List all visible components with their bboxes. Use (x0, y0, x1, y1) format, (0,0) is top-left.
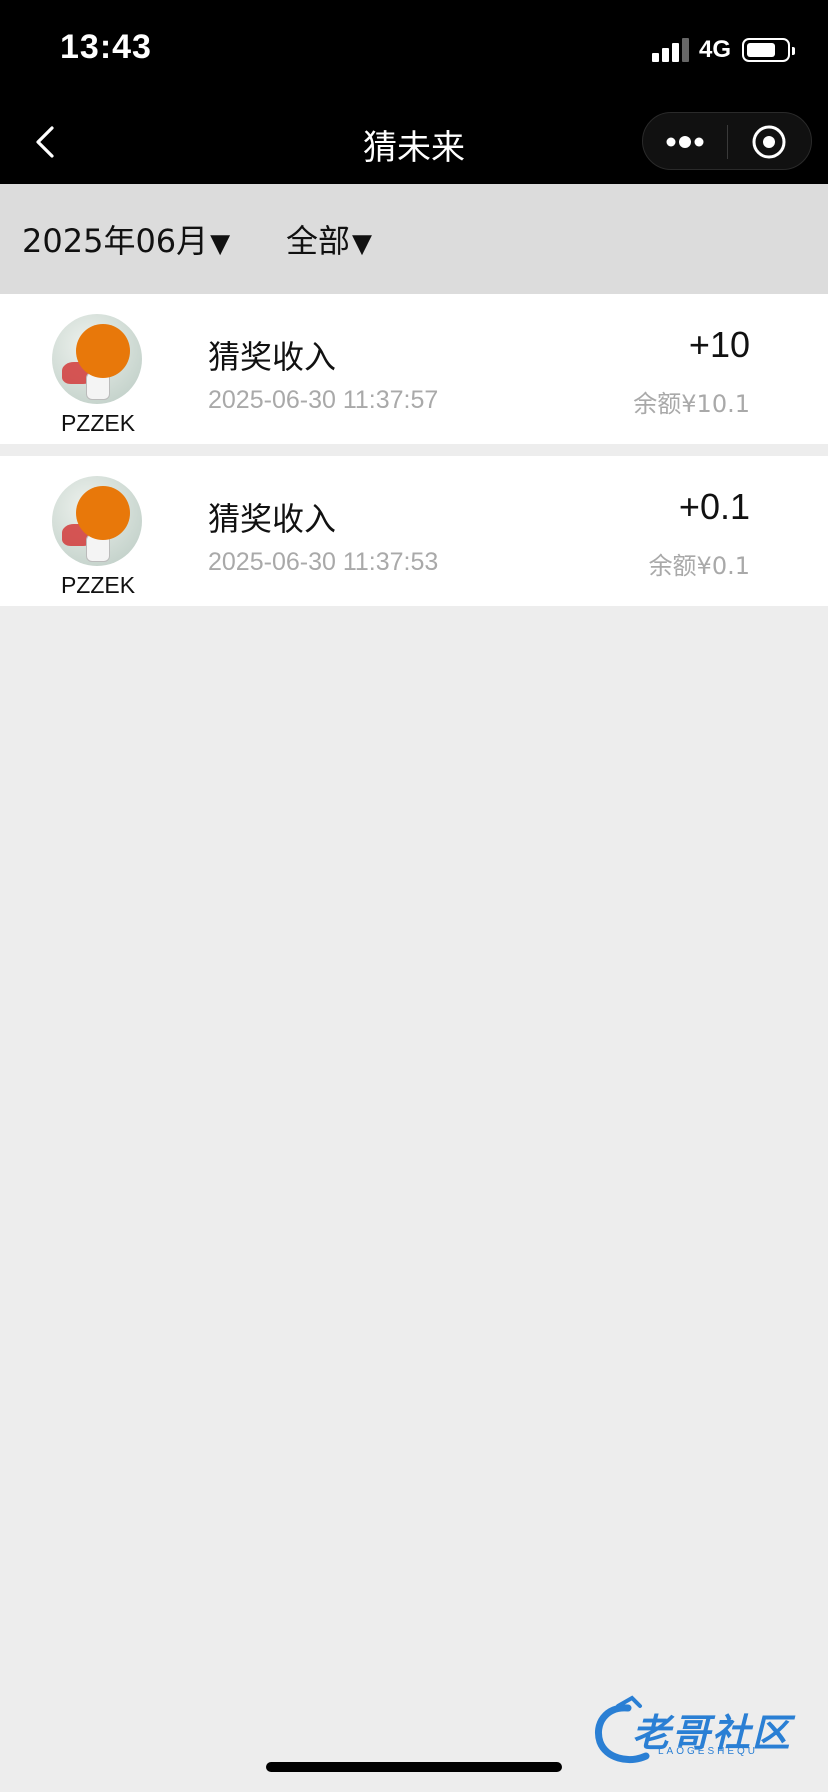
avatar (52, 476, 142, 566)
status-time: 13:43 (60, 28, 152, 66)
username: PZZEK (60, 410, 136, 436)
more-dots-icon (666, 136, 704, 148)
watermark-logo: 老哥社区 LAOGESHEQU (588, 1694, 816, 1768)
month-filter[interactable]: 2025年06月▼ (22, 216, 230, 262)
record-title: 猜奖收入 (208, 338, 337, 376)
nav-bar: 猜未来 (0, 100, 828, 184)
dropdown-arrow-icon: ▼ (210, 229, 231, 259)
network-type: 4G (699, 36, 732, 63)
record-balance: 余额¥10.1 (633, 390, 750, 418)
record-title: 猜奖收入 (208, 500, 337, 538)
dropdown-arrow-icon: ▼ (352, 229, 373, 259)
home-indicator[interactable] (266, 1762, 562, 1772)
record-balance: 余额¥0.1 (648, 552, 750, 580)
mini-program-capsule (642, 112, 812, 170)
signal-icon (652, 38, 692, 62)
watermark-subtext: LAOGESHEQU (658, 1746, 759, 1757)
avatar (52, 314, 142, 404)
type-filter[interactable]: 全部▼ (286, 216, 372, 262)
capsule-divider (727, 125, 728, 159)
target-close-icon (752, 125, 786, 159)
battery-icon (742, 38, 795, 62)
list-item[interactable]: PZZEK 猜奖收入 2025-06-30 11:37:53 +0.1 余额¥0… (0, 456, 828, 606)
record-time: 2025-06-30 11:37:53 (208, 548, 439, 576)
type-filter-label: 全部 (286, 222, 351, 260)
month-filter-label: 2025年06月 (22, 222, 209, 260)
record-amount: +0.1 (678, 486, 750, 527)
username: PZZEK (60, 572, 136, 598)
more-button[interactable] (643, 113, 727, 171)
list-item[interactable]: PZZEK 猜奖收入 2025-06-30 11:37:57 +10 余额¥10… (0, 294, 828, 444)
record-time: 2025-06-30 11:37:57 (208, 386, 439, 414)
close-mini-program-button[interactable] (729, 113, 813, 171)
record-amount: +10 (688, 324, 750, 365)
filter-bar: 2025年06月▼ 全部▼ (0, 184, 828, 294)
status-bar: 13:43 4G (0, 0, 828, 100)
